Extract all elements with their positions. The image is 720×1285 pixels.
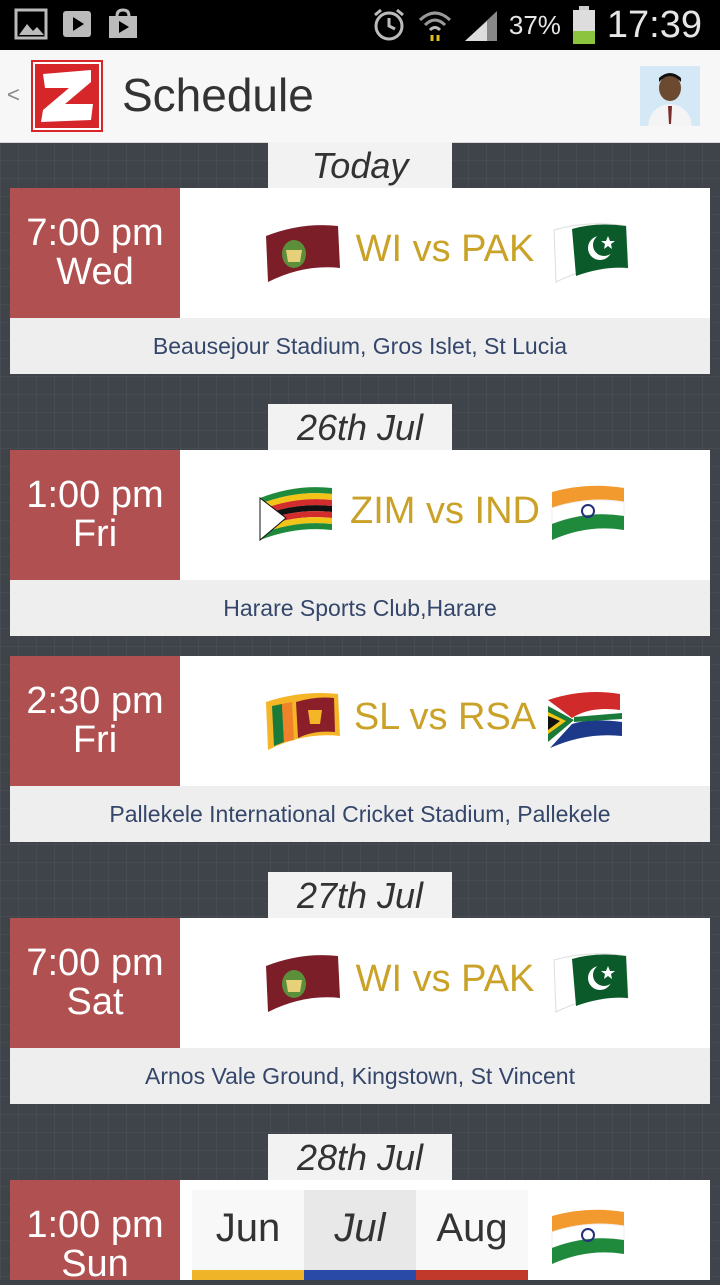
south-africa-flag-icon bbox=[548, 692, 622, 748]
venue: Arnos Vale Ground, Kingstown, St Vincent bbox=[10, 1048, 710, 1104]
date-header: 27th Jul bbox=[268, 872, 452, 918]
india-flag-icon bbox=[551, 1209, 625, 1264]
signal-icon bbox=[464, 11, 497, 41]
match-teams: SL vs RSA bbox=[180, 656, 710, 786]
date-header: Today bbox=[268, 142, 452, 188]
match-time: 1:00 pm Fri bbox=[10, 450, 180, 580]
shop-icon bbox=[109, 8, 137, 38]
month-color-bar bbox=[304, 1270, 416, 1280]
date-header: 28th Jul bbox=[268, 1134, 452, 1180]
match-time: 7:00 pm Sat bbox=[10, 918, 180, 1048]
month-label: Aug bbox=[436, 1206, 508, 1250]
venue: Harare Sports Club,Harare bbox=[10, 580, 710, 636]
match-title: SL vs RSA bbox=[353, 696, 537, 738]
match-time-text: 7:00 pm bbox=[26, 212, 164, 254]
match-day-text: Sun bbox=[61, 1243, 129, 1285]
match-time: 1:00 pm Sun bbox=[10, 1180, 180, 1284]
month-color-bar bbox=[416, 1270, 528, 1280]
avatar[interactable] bbox=[640, 66, 700, 126]
india-flag-icon bbox=[551, 485, 625, 540]
match-teams: ZIM vs IND bbox=[180, 450, 710, 580]
match-time-text: 2:30 pm bbox=[26, 680, 164, 722]
date-header: 26th Jul bbox=[268, 404, 452, 450]
match-teams: WI vs PAK bbox=[180, 918, 710, 1048]
month-color-bar bbox=[192, 1270, 304, 1280]
pakistan-flag-icon bbox=[553, 223, 629, 283]
venue: Beausejour Stadium, Gros Islet, St Lucia bbox=[10, 318, 710, 374]
match-day-text: Sat bbox=[66, 981, 124, 1023]
pakistan-flag-icon bbox=[553, 953, 629, 1013]
gallery-icon bbox=[14, 8, 48, 40]
month-tab-jun[interactable]: Jun bbox=[192, 1190, 304, 1280]
match-teams: WI vs PAK bbox=[180, 188, 710, 318]
match-card[interactable]: 7:00 pm Wed WI vs PAK Beausejour Stadium… bbox=[10, 188, 710, 374]
match-card[interactable]: 2:30 pm Fri SL vs RSA Pallekele Internat… bbox=[10, 656, 710, 842]
month-label: Jul bbox=[334, 1206, 386, 1250]
match-day-text: Wed bbox=[56, 251, 134, 293]
match-day-text: Fri bbox=[72, 513, 118, 555]
match-day-text: Fri bbox=[72, 719, 118, 761]
action-bar: < Schedule bbox=[0, 50, 720, 143]
match-time-text: 1:00 pm bbox=[26, 1204, 164, 1246]
month-tab-jul[interactable]: Jul bbox=[304, 1190, 416, 1280]
venue: Pallekele International Cricket Stadium,… bbox=[10, 786, 710, 842]
wifi-icon bbox=[418, 11, 451, 41]
match-time-text: 1:00 pm bbox=[26, 474, 164, 516]
match-title: ZIM vs IND bbox=[350, 490, 540, 532]
match-time: 2:30 pm Fri bbox=[10, 656, 180, 786]
battery-icon bbox=[572, 6, 595, 44]
alarm-icon bbox=[373, 8, 404, 41]
month-picker[interactable]: Jun Jul Aug bbox=[192, 1190, 528, 1280]
month-tab-aug[interactable]: Aug bbox=[416, 1190, 528, 1280]
battery-percent: 37% bbox=[508, 9, 561, 40]
match-card[interactable]: 7:00 pm Sat WI vs PAK Arnos Vale Ground,… bbox=[10, 918, 710, 1104]
match-card[interactable]: 1:00 pm Fri ZIM vs IND Harare Sports Clu… bbox=[10, 450, 710, 636]
match-time-text: 7:00 pm bbox=[26, 942, 164, 984]
page-title: Schedule bbox=[122, 69, 314, 121]
month-label: Jun bbox=[215, 1206, 281, 1250]
back-arrow-icon[interactable]: < bbox=[7, 82, 20, 108]
clock: 17:39 bbox=[606, 3, 702, 46]
status-bar: 37% 17:39 bbox=[0, 0, 720, 50]
play-store-icon bbox=[63, 11, 91, 37]
match-time: 7:00 pm Wed bbox=[10, 188, 180, 318]
app-logo[interactable] bbox=[31, 60, 103, 132]
